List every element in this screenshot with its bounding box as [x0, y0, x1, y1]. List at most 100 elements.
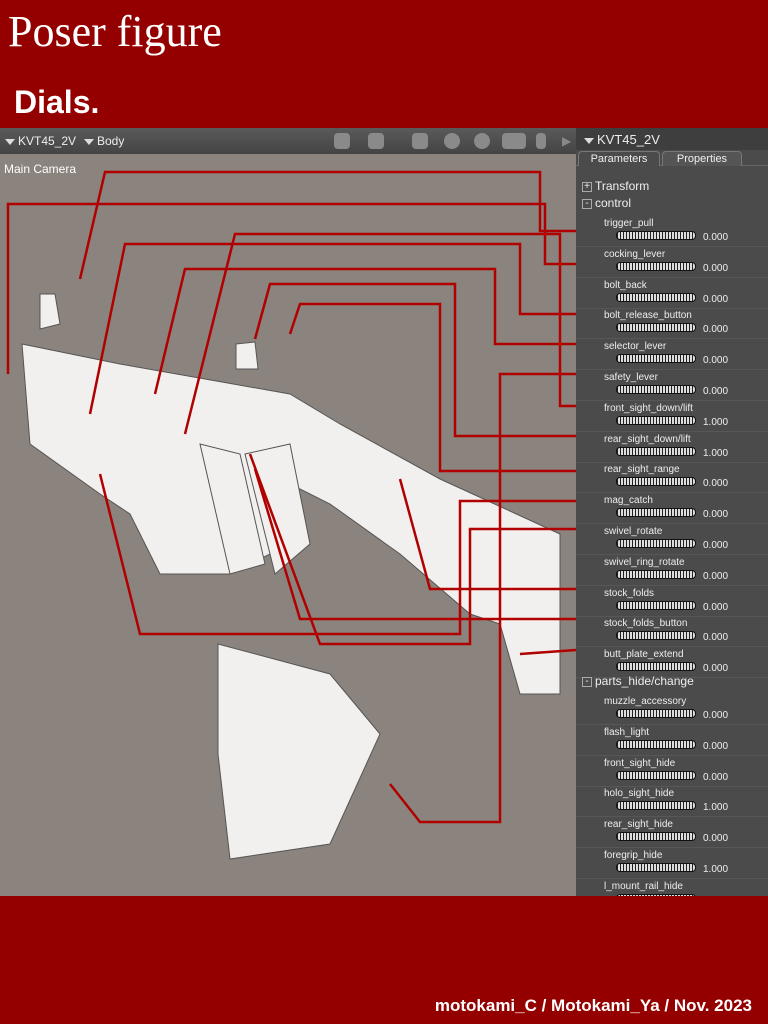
dial-slider[interactable]	[616, 770, 696, 780]
dial-value[interactable]: 0.000	[703, 632, 728, 643]
tab-properties[interactable]: Properties	[662, 151, 742, 166]
section-label: control	[595, 196, 632, 210]
dial-value[interactable]: 0.000	[703, 663, 728, 674]
dial-value[interactable]: 1.000	[703, 864, 728, 875]
dial-value[interactable]: 0.000	[703, 232, 728, 243]
collapse-icon[interactable]: -	[582, 198, 592, 209]
dial-value[interactable]: 1.000	[703, 895, 728, 896]
trackball-icon[interactable]	[474, 133, 490, 149]
chevron-right-icon[interactable]: ▶	[562, 134, 571, 148]
gun-wireframe-illustration	[6, 170, 576, 860]
dial-slider[interactable]	[616, 446, 696, 456]
section-label: Transform	[595, 179, 650, 193]
dial-row: rear_sight_down/lift 1.000	[576, 432, 768, 463]
camera-icon[interactable]	[334, 133, 350, 149]
dial-label: mag_catch	[604, 495, 653, 507]
dial-label: front_sight_down/lift	[604, 402, 693, 414]
dial-slider[interactable]	[616, 662, 696, 672]
3d-viewport[interactable]: Main Camera	[0, 154, 576, 896]
dial-slider[interactable]	[616, 231, 696, 240]
dial-label: selector_lever	[604, 341, 667, 353]
dial-slider[interactable]	[616, 801, 696, 811]
chevron-down-icon	[84, 139, 94, 145]
dial-slider[interactable]	[616, 385, 696, 394]
dial-slider[interactable]	[616, 539, 696, 548]
dial-value[interactable]: 1.000	[703, 417, 728, 428]
dial-value[interactable]: 0.000	[703, 294, 728, 305]
credits: motokami_C / Motokami_Ya / Nov. 2023	[434, 996, 752, 1015]
dial-label: rear_sight_range	[604, 464, 680, 476]
dial-label: muzzle_accessory	[604, 696, 687, 707]
dial-slider[interactable]	[616, 477, 696, 487]
dial-label: rear_sight_hide	[604, 819, 673, 831]
dial-value[interactable]: 0.000	[703, 540, 728, 551]
dial-slider[interactable]	[616, 354, 696, 364]
move-xy-icon[interactable]	[412, 133, 428, 149]
dial-slider[interactable]	[616, 569, 696, 579]
translate-icon[interactable]	[502, 133, 526, 149]
dial-value[interactable]: 0.000	[703, 772, 728, 783]
part-select[interactable]: Body	[84, 134, 124, 148]
chevron-down-icon[interactable]	[584, 138, 594, 144]
dial-slider[interactable]	[616, 600, 696, 610]
dial-value[interactable]: 1.000	[703, 802, 728, 813]
dial-slider[interactable]	[616, 415, 696, 425]
dial-label: swivel_rotate	[604, 526, 663, 537]
dial-value[interactable]: 0.000	[703, 386, 728, 397]
dial-label: bolt_back	[604, 279, 647, 291]
panel-title: KVT45_2V	[597, 132, 660, 147]
dial-slider[interactable]	[616, 893, 696, 896]
chevron-down-icon	[5, 139, 15, 145]
dial-slider[interactable]	[616, 631, 696, 641]
dial-slider[interactable]	[616, 709, 696, 718]
dial-slider[interactable]	[616, 863, 696, 872]
dial-row: stock_folds 0.000	[576, 586, 768, 617]
dial-slider[interactable]	[616, 508, 696, 518]
dial-value[interactable]: 0.000	[703, 509, 728, 520]
dial-row: bolt_release_button 0.000	[576, 308, 768, 340]
dial-value[interactable]: 0.000	[703, 324, 728, 335]
dial-slider[interactable]	[616, 739, 696, 749]
dial-row: front_sight_down/lift 1.000	[576, 401, 768, 432]
dial-row: mag_catch 0.000	[576, 493, 768, 525]
dial-row: swivel_ring_rotate 0.000	[576, 555, 768, 586]
dial-label: safety_lever	[604, 372, 658, 383]
dial-value[interactable]: 0.000	[703, 263, 728, 274]
dial-value[interactable]: 0.000	[703, 571, 728, 582]
dial-value[interactable]: 0.000	[703, 710, 728, 721]
dial-value[interactable]: 0.000	[703, 833, 728, 844]
camera-select-icon[interactable]	[368, 133, 384, 149]
dial-value[interactable]: 0.000	[703, 602, 728, 613]
gun-detail-view	[217, 643, 381, 860]
section-transform[interactable]: + Transform	[582, 179, 649, 195]
section-control[interactable]: - control	[582, 196, 631, 212]
dial-label: flash_light	[604, 726, 650, 738]
rotate-icon[interactable]	[444, 133, 460, 149]
dial-row: l_mount_rail_hide 1.000	[576, 879, 768, 896]
dial-slider[interactable]	[616, 292, 696, 302]
tab-parameters[interactable]: Parameters	[578, 151, 660, 166]
dial-value[interactable]: 0.000	[703, 741, 728, 752]
dial-label: stock_folds	[604, 587, 655, 599]
dial-row: selector_lever 0.000	[576, 339, 768, 371]
dial-slider[interactable]	[616, 832, 696, 842]
section-label: parts_hide/change	[595, 674, 694, 688]
figure-label: KVT45_2V	[18, 134, 77, 148]
dial-slider[interactable]	[616, 323, 696, 333]
dial-value[interactable]: 0.000	[703, 478, 728, 489]
dial-row: holo_sight_hide 1.000	[576, 786, 768, 818]
dial-value[interactable]: 1.000	[703, 448, 728, 459]
dial-value[interactable]: 0.000	[703, 355, 728, 366]
dial-row: stock_folds_button 0.000	[576, 616, 768, 648]
section-parts-hide[interactable]: - parts_hide/change	[582, 674, 694, 690]
figure-select[interactable]: KVT45_2V	[5, 134, 76, 148]
collapse-icon[interactable]: -	[582, 676, 592, 687]
expand-icon[interactable]: +	[582, 181, 592, 192]
page-title: Poser figure	[8, 7, 222, 56]
dial-row: safety_lever 0.000	[576, 370, 768, 401]
dial-label: butt_plate_extend	[604, 649, 684, 661]
scale-icon[interactable]	[536, 133, 546, 149]
dial-label: bolt_release_button	[604, 310, 692, 322]
dial-row: bolt_back 0.000	[576, 278, 768, 309]
dial-slider[interactable]	[616, 261, 696, 271]
